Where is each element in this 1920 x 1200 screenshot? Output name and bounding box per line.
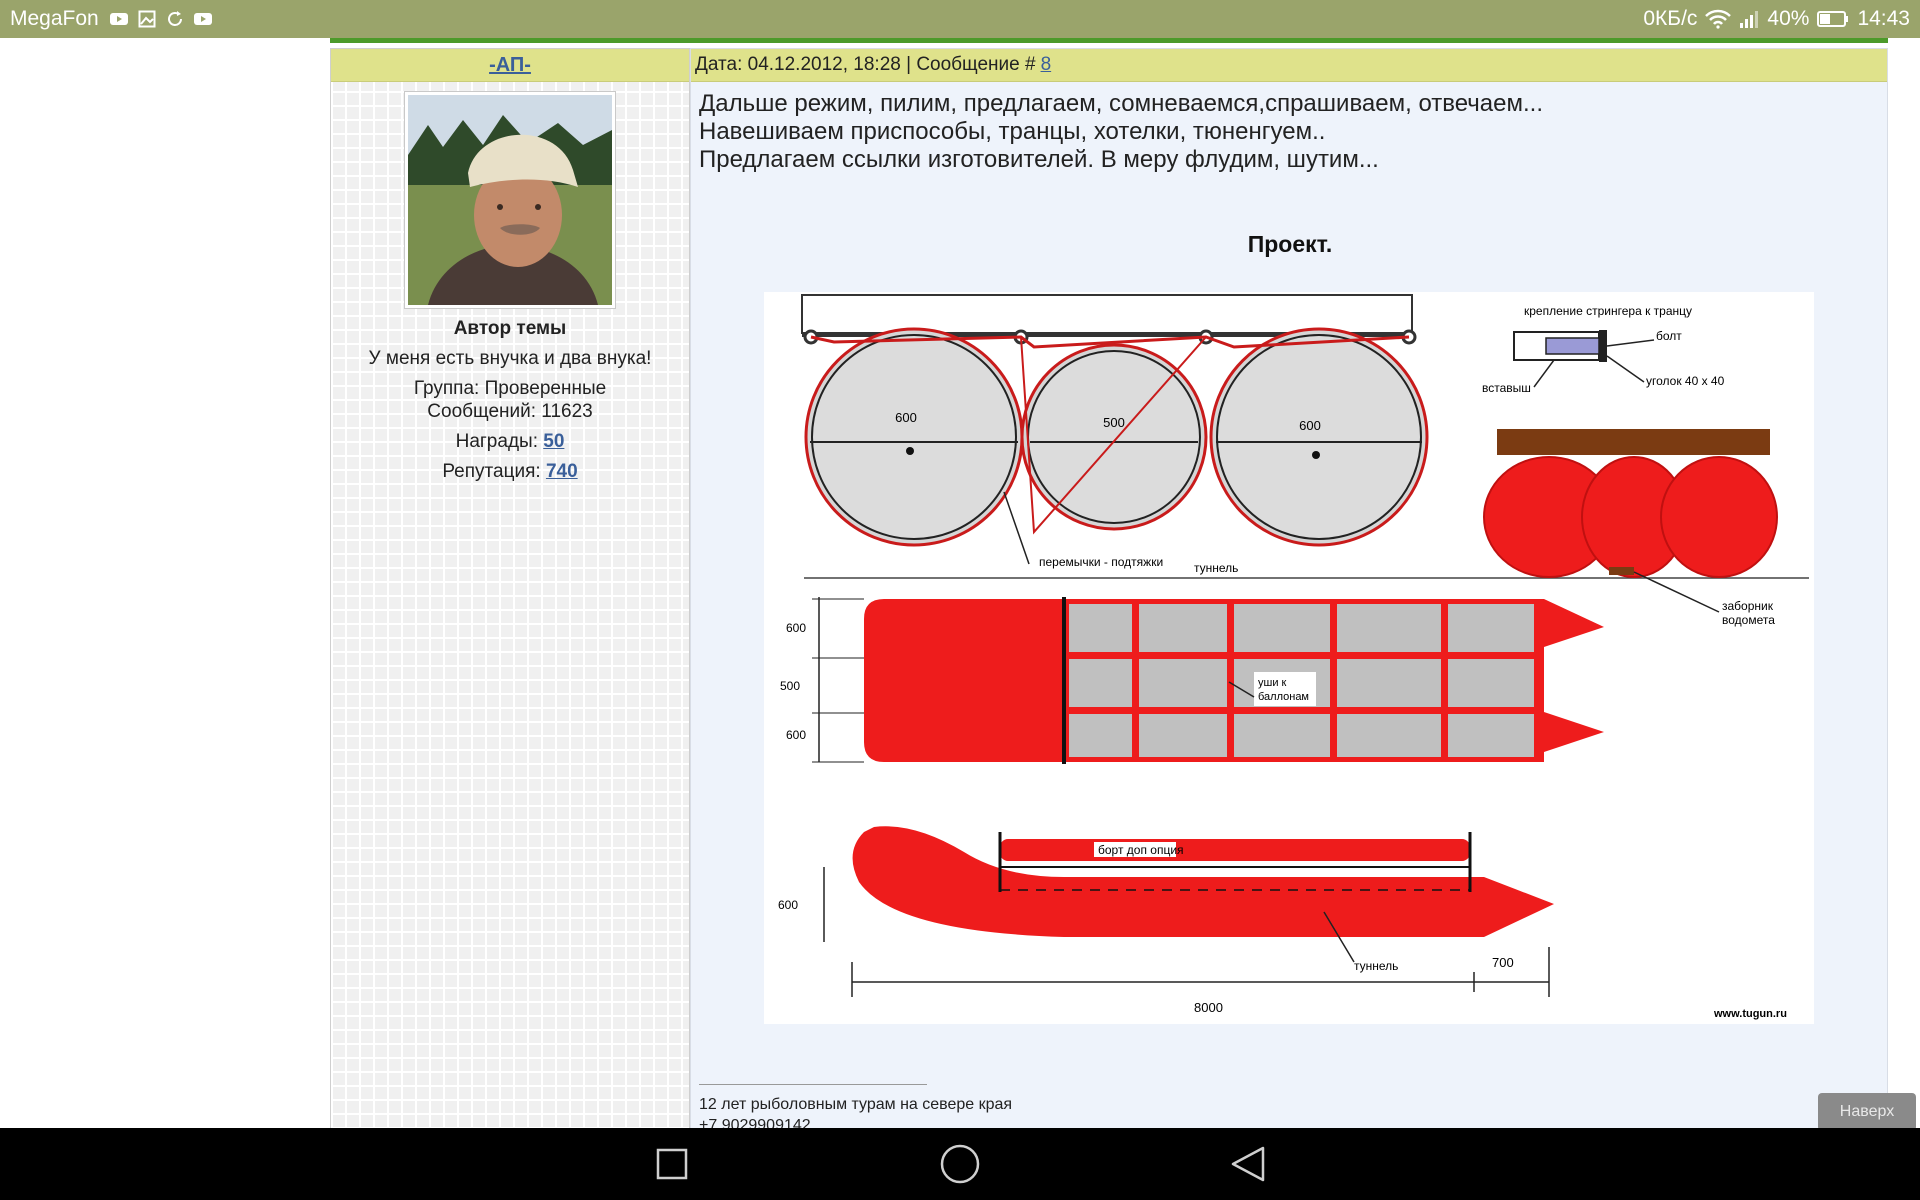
width-500: 500 <box>780 679 800 693</box>
site-watermark: www.tugun.ru <box>1713 1008 1787 1020</box>
awards-link[interactable]: 50 <box>543 431 564 452</box>
wifi-icon <box>1705 9 1732 29</box>
top-view: уши к баллонам 600 500 600 <box>780 597 1604 764</box>
sync-icon <box>164 10 186 28</box>
user-awards: Награды: 50 <box>331 430 689 453</box>
red-cross-section: заборник водомета <box>1483 429 1778 627</box>
user-info: Автор темы У меня есть внучка и два внук… <box>331 317 689 483</box>
label-tunnel-top: туннель <box>1194 561 1238 575</box>
length-700: 700 <box>1492 955 1514 970</box>
post-line-1: Дальше режим, пилим, предлагаем, сомнева… <box>699 90 1543 117</box>
signal-icon <box>1739 9 1759 29</box>
user-reputation: Репутация: 740 <box>331 460 689 483</box>
reputation-link[interactable]: 740 <box>546 461 578 482</box>
dim-600-right: 600 <box>1299 418 1321 433</box>
recent-apps-icon[interactable] <box>650 1142 694 1186</box>
post-number-link[interactable]: 8 <box>1041 54 1052 76</box>
user-group: Группа: Проверенные <box>413 378 607 399</box>
post-author-panel: -АП- Автор темы У меня есть внучка и два… <box>330 48 690 1133</box>
dim-500: 500 <box>1103 415 1125 430</box>
navigation-bar <box>0 1128 1920 1200</box>
avatar-frame <box>404 91 616 309</box>
label-jumpers: перемычки - подтяжки <box>1039 555 1163 569</box>
author-header: -АП- <box>331 49 689 82</box>
battery-icon <box>1817 10 1849 28</box>
post-line-3: Предлагаем ссылки изготовителей. В меру … <box>699 146 1379 173</box>
data-rate: 0КБ/с <box>1643 7 1698 30</box>
label-stringer: крепление стрингера к транцу <box>1524 304 1692 318</box>
status-bar: MegaFon 0КБ/с 40% 14:43 <box>0 0 1920 38</box>
home-icon[interactable] <box>938 1142 982 1186</box>
image-icon <box>136 10 158 28</box>
dim-600-left: 600 <box>895 410 917 425</box>
post-date: Дата: 04.12.2012, 18:28 | Сообщение # <box>695 54 1036 75</box>
youtube-icon <box>108 10 130 28</box>
label-tunnel-bottom: туннель <box>1354 959 1398 973</box>
author-link[interactable]: -АП- <box>489 54 531 77</box>
clock: 14:43 <box>1857 7 1910 30</box>
post-line-2: Навешиваем приспособы, транцы, хотелки, … <box>699 118 1326 145</box>
length-8000: 8000 <box>1194 1000 1223 1015</box>
label-bolt: болт <box>1656 329 1682 343</box>
signature-divider <box>699 1084 927 1085</box>
post-header: Дата: 04.12.2012, 18:28 | Сообщение # 8 <box>691 49 1887 82</box>
label-angle: уголок 40 х 40 <box>1646 374 1725 388</box>
forum-post: -АП- Автор темы У меня есть внучка и два… <box>330 38 1888 1134</box>
height-600: 600 <box>778 898 798 912</box>
battery-percent: 40% <box>1767 7 1810 30</box>
width-600-top: 600 <box>786 621 806 635</box>
user-status: У меня есть внучка и два внука! <box>368 348 652 369</box>
avatar <box>408 95 612 305</box>
back-to-top-button[interactable]: Наверх <box>1818 1093 1916 1131</box>
youtube-icon <box>192 10 214 28</box>
reputation-label: Репутация: <box>442 461 541 482</box>
label-side: борт доп опция <box>1098 843 1184 857</box>
stringer-detail: крепление стрингера к транцу болт вставы… <box>1482 304 1725 395</box>
side-view: борт доп опция 600 туннель 8000 700 www.… <box>778 826 1787 1020</box>
width-600-bottom: 600 <box>786 728 806 742</box>
signature-line-1: 12 лет рыболовным турам на севере края <box>699 1096 1013 1113</box>
user-messages: Сообщений: 11623 <box>427 401 593 422</box>
status-right: 0КБ/с 40% 14:43 <box>1643 7 1910 31</box>
boat-diagram: 600 500 600 перемычки - подтяжки туннель… <box>764 292 1814 1024</box>
back-icon[interactable] <box>1226 1142 1270 1186</box>
label-insert: вставыш <box>1482 381 1531 395</box>
post-body: Дальше режим, пилим, предлагаем, сомнева… <box>691 82 1887 182</box>
carrier-name: MegaFon <box>10 7 99 30</box>
post-content-panel: Дата: 04.12.2012, 18:28 | Сообщение # 8 … <box>690 48 1888 1134</box>
project-title: Проект. <box>1247 231 1333 257</box>
user-role: Автор темы <box>453 318 567 339</box>
awards-label: Награды: <box>455 431 538 452</box>
label-intake: заборник водомета <box>1722 599 1775 627</box>
